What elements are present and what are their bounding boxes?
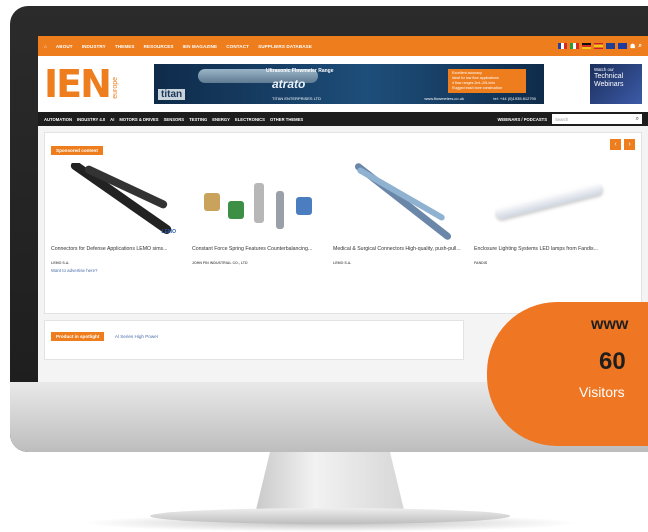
card-image-led-lamp xyxy=(474,163,609,243)
sponsored-cards: LEMO Connectors for Defense Applications… xyxy=(51,163,635,265)
nav-item-sensors[interactable]: SENSORS xyxy=(164,117,184,122)
sponsored-card[interactable]: LEMO Connectors for Defense Applications… xyxy=(51,163,186,265)
search-icon[interactable]: ⌕ xyxy=(636,116,639,123)
logo-text: IEN xyxy=(44,62,112,106)
callout-www: www xyxy=(591,316,629,333)
banner-brand: titan xyxy=(158,89,186,100)
top-nav-item-themes[interactable]: THEMES xyxy=(115,44,135,49)
card-caption: Connectors for Defense Applications LEMO… xyxy=(51,246,168,252)
spring-graphic xyxy=(296,197,312,215)
top-bar: ⌂ ABOUT INDUSTRY THEMES RESOURCES IEN MA… xyxy=(38,36,648,56)
search-input[interactable]: Search ⌕ xyxy=(552,114,642,124)
sponsored-card[interactable]: Medical & Surgical Connectors High-quali… xyxy=(333,163,468,265)
flag-fr-icon[interactable] xyxy=(558,43,568,49)
webinars-line1: Technical xyxy=(594,73,624,80)
banner-company: TITAN ENTERPRISES LTD xyxy=(272,96,321,101)
monitor-stand-base xyxy=(150,508,510,524)
card-source: LEMO S.A. xyxy=(51,261,70,265)
search-icon[interactable]: ⌕ xyxy=(639,43,642,50)
spring-graphic xyxy=(276,191,284,229)
spotlight-section: Product in spotlight Al Series High Powe… xyxy=(44,320,464,360)
prev-arrow-button[interactable]: ‹ xyxy=(610,139,621,150)
spring-graphic xyxy=(228,201,244,219)
top-nav-item-suppliers[interactable]: SUPPLIERS DATABASE xyxy=(258,44,312,49)
card-source: JOHN FIN INDUSTRIAL CO., LTD xyxy=(192,261,248,265)
card-caption: Medical & Surgical Connectors High-quali… xyxy=(333,246,461,252)
card-image-springs xyxy=(192,163,327,243)
user-icon[interactable]: ☗ xyxy=(630,43,635,50)
webinars-ad[interactable]: Watch our Technical Webinars xyxy=(590,64,642,104)
webinars-podcasts-link[interactable]: WEBINARS / PODCASTS xyxy=(497,117,547,122)
top-nav-item-contact[interactable]: CONTACT xyxy=(226,44,249,49)
monitor-stand-neck xyxy=(255,452,405,514)
nav-item-testing[interactable]: TESTING xyxy=(189,117,207,122)
card-caption: Constant Force Spring Features Counterba… xyxy=(192,246,313,252)
nav-item-other-themes[interactable]: OTHER THEMES xyxy=(270,117,303,122)
card-image-connectors: LEMO xyxy=(51,163,186,243)
nav-item-energy[interactable]: ENERGY xyxy=(212,117,230,122)
banner-tel: tel: +44 (0)1935 812790 xyxy=(493,96,536,101)
sponsored-card[interactable]: Enclosure Lighting Systems LED lamps fro… xyxy=(474,163,609,265)
banner-bullet: Rugged trash bore construction xyxy=(452,86,503,90)
nav-item-ai[interactable]: AI xyxy=(110,117,114,122)
banner-product: atrato xyxy=(272,77,306,91)
carousel-arrows: ‹ › xyxy=(610,139,635,150)
spring-graphic xyxy=(204,193,220,211)
webinars-line2: Webinars xyxy=(594,81,624,88)
card-source: FANDIS xyxy=(474,261,488,265)
main-nav: AUTOMATION INDUSTRY 4.0 AI MOTORS & DRIV… xyxy=(38,112,648,126)
card-source: LEMO S.A. xyxy=(333,261,352,265)
top-nav-item-industry[interactable]: INDUSTRY xyxy=(82,44,106,49)
card-caption: Enclosure Lighting Systems LED lamps fro… xyxy=(474,246,598,252)
top-nav-item-resources[interactable]: RESOURCES xyxy=(144,44,174,49)
top-nav-item-about[interactable]: ABOUT xyxy=(56,44,73,49)
nav-item-automation[interactable]: AUTOMATION xyxy=(44,117,72,122)
banner-url: www.flowmeters.co.uk xyxy=(424,96,464,101)
top-nav-item-magazine[interactable]: IEN MAGAZINE xyxy=(183,44,218,49)
sponsored-section: Sponsored content ‹ › LEMO Connectors fo… xyxy=(44,132,642,314)
flag-de-icon[interactable] xyxy=(582,43,592,49)
home-icon[interactable]: ⌂ xyxy=(44,44,47,49)
lemo-logo: LEMO xyxy=(161,229,176,235)
top-nav: ⌂ ABOUT INDUSTRY THEMES RESOURCES IEN MA… xyxy=(44,44,558,49)
site-logo[interactable]: IEN europe xyxy=(44,65,144,103)
callout-number: 60 xyxy=(599,348,626,375)
banner-headline: Ultrasonic Flowmeter Range xyxy=(266,68,334,74)
visitors-callout: www 60 Visitors xyxy=(487,302,648,446)
flag-es-icon[interactable] xyxy=(594,43,604,49)
nav-item-industry40[interactable]: INDUSTRY 4.0 xyxy=(77,117,105,122)
advertise-link[interactable]: Want to advertise here? xyxy=(51,268,635,273)
lamp-graphic xyxy=(494,181,604,221)
cable-graphic xyxy=(356,166,446,222)
language-flags: ☗ ⌕ xyxy=(558,43,642,50)
nav-item-motors[interactable]: MOTORS & DRIVES xyxy=(119,117,158,122)
nav-item-electronics[interactable]: ELECTRONICS xyxy=(235,117,265,122)
sponsored-tag: Sponsored content xyxy=(51,146,103,155)
spotlight-title[interactable]: Al Series High Power xyxy=(115,334,158,339)
flag-it-icon[interactable] xyxy=(570,43,580,49)
callout-visitors: Visitors xyxy=(579,384,625,400)
logo-subtext: europe xyxy=(111,77,119,99)
search-placeholder: Search xyxy=(555,116,569,122)
spotlight-tag: Product in spotlight xyxy=(51,332,105,341)
card-image-medical-connectors xyxy=(333,163,468,243)
sponsored-card[interactable]: Constant Force Spring Features Counterba… xyxy=(192,163,327,265)
flag-uk-icon[interactable] xyxy=(606,43,616,49)
next-arrow-button[interactable]: › xyxy=(624,139,635,150)
ad-banner[interactable]: titan Ultrasonic Flowmeter Range atrato … xyxy=(154,64,544,104)
spring-graphic xyxy=(254,183,264,223)
site-header: IEN europe titan Ultrasonic Flowmeter Ra… xyxy=(38,56,648,112)
banner-bullets: Excellent accuracy Ideal for low flow ap… xyxy=(448,69,526,93)
flag-eu-icon[interactable] xyxy=(618,43,628,49)
